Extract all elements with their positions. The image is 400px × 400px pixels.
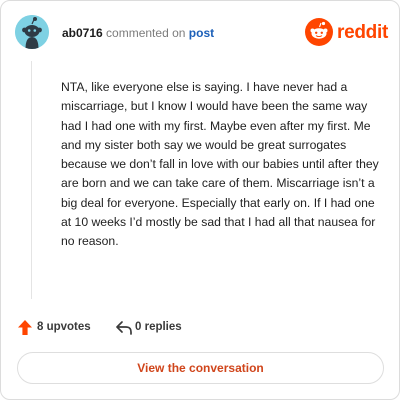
action-text: commented on [106, 26, 186, 40]
comment-meta: ab0716 commented on post [62, 26, 214, 40]
post-link[interactable]: post [189, 26, 214, 40]
comment-body: NTA, like everyone else is saying. I hav… [61, 80, 379, 249]
reply-arrow-icon [116, 321, 132, 335]
upvote-arrow-icon [18, 320, 32, 335]
upvote-count: 8 upvotes [37, 321, 91, 333]
user-avatar[interactable] [15, 15, 49, 49]
comment-header: ab0716 commented on post reddit [15, 15, 388, 51]
reddit-wordmark: reddit [337, 22, 388, 43]
reddit-logo-icon [305, 18, 333, 46]
thread-line [31, 61, 32, 299]
username-link[interactable]: ab0716 [62, 26, 103, 40]
reddit-brand[interactable]: reddit [305, 18, 388, 46]
reply-count: 0 replies [135, 321, 182, 333]
comment-card: ab0716 commented on post reddit NTA, lik… [0, 0, 400, 400]
view-conversation-button[interactable]: View the conversation [17, 352, 384, 384]
reply-button[interactable]: 0 replies [115, 319, 205, 337]
upvote-button[interactable]: 8 upvotes [17, 319, 107, 337]
snoo-avatar-icon [15, 15, 49, 49]
